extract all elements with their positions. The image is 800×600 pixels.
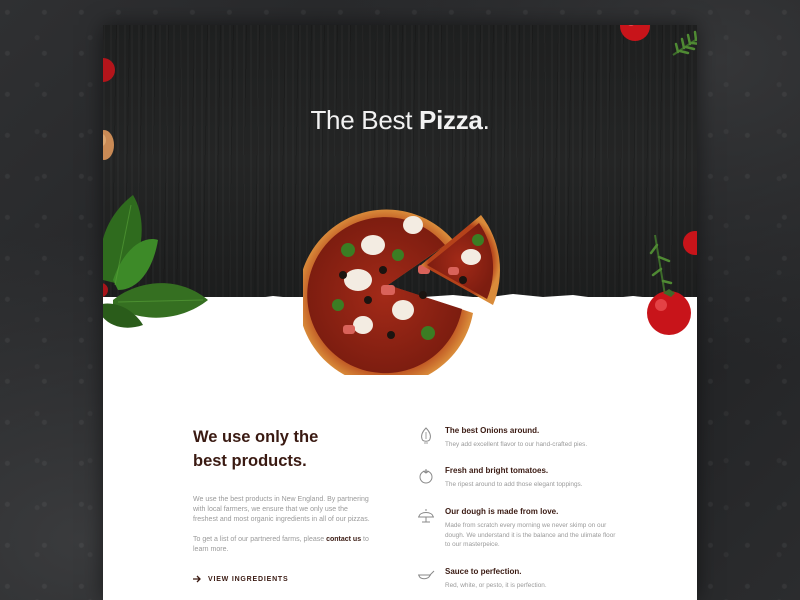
feature-description: Red, white, or pesto, it is perfection. xyxy=(445,582,547,589)
intro-column: We use only the best products. We use th… xyxy=(193,425,373,555)
tomato-onion-decoration xyxy=(103,58,115,160)
section-heading: We use only the best products. xyxy=(193,425,373,473)
hero-title-prefix: The Best xyxy=(310,105,420,135)
landing-page: The Best Pizza. We use only the best pro… xyxy=(103,25,697,600)
sauce-icon xyxy=(418,570,435,580)
dough-icon xyxy=(418,509,434,523)
arrow-right-icon xyxy=(193,575,201,583)
contact-text-before: To get a list of our partnered farms, pl… xyxy=(193,536,327,543)
hero-title-bold: Pizza xyxy=(419,105,483,135)
view-ingredients-link[interactable]: VIEW INGREDIENTS xyxy=(193,575,288,583)
contact-us-link[interactable]: contact us xyxy=(326,536,361,543)
contact-paragraph: To get a list of our partnered farms, pl… xyxy=(193,535,373,555)
tomato-icon xyxy=(419,469,433,484)
intro-paragraph: We use the best products in New England.… xyxy=(193,496,370,523)
feature-description: The ripest around to add those elegant t… xyxy=(445,481,583,488)
feature-title: Our dough is made from love. xyxy=(445,507,559,516)
tomato-herb-decoration xyxy=(620,25,697,56)
feature-title: Fresh and bright tomatoes. xyxy=(445,466,549,475)
onion-icon xyxy=(421,427,431,444)
hero-title-suffix: . xyxy=(482,105,490,135)
feature-title: The best Onions around. xyxy=(445,426,540,435)
feature-title: Sauce to perfection. xyxy=(445,567,522,576)
view-ingredients-label: VIEW INGREDIENTS xyxy=(208,575,289,583)
feature-description: They add excellent flavor to our hand-cr… xyxy=(445,441,588,448)
tomato-vine-decoration xyxy=(647,231,697,335)
heading-line-2: best products. xyxy=(193,452,307,470)
hero-title: The Best Pizza. xyxy=(103,105,697,136)
pizza-image xyxy=(303,209,500,375)
feature-description: Made from scratch every morning we never… xyxy=(445,522,616,548)
heading-line-1: We use only the xyxy=(193,428,319,446)
basil-leaves-decoration xyxy=(103,195,208,328)
